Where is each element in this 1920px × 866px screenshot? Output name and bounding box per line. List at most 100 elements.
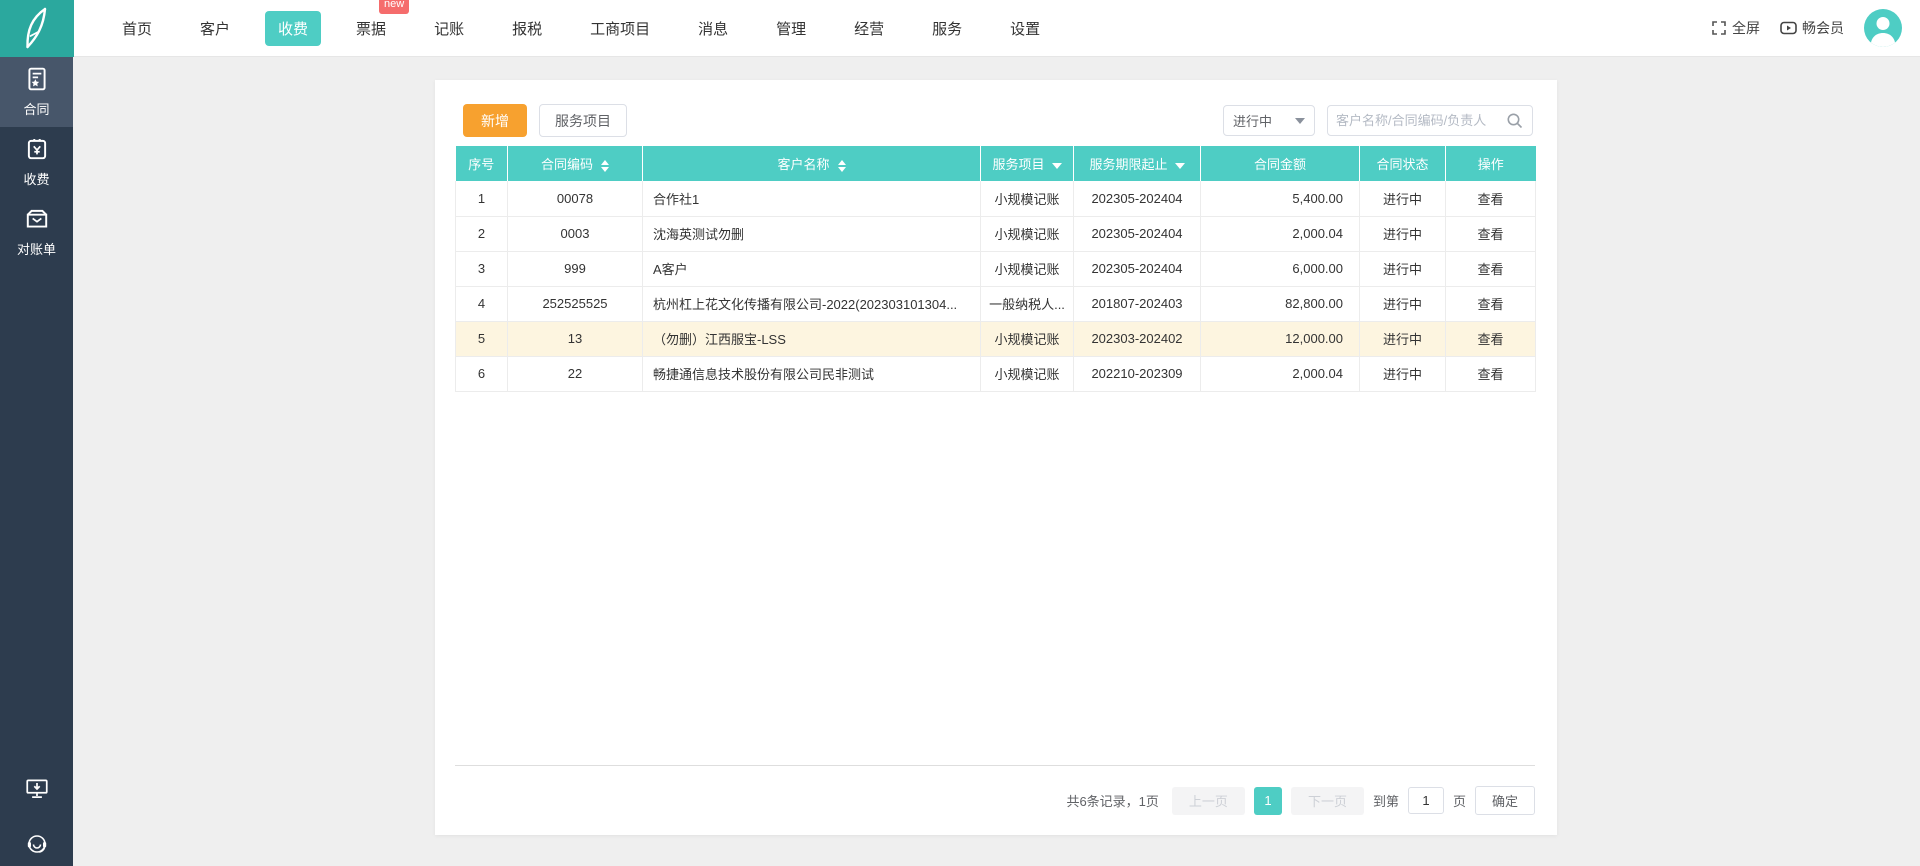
add-button[interactable]: 新增 bbox=[463, 104, 527, 137]
nav-item[interactable]: 工商项目 bbox=[577, 11, 663, 46]
cell-service: 小规模记账 bbox=[980, 321, 1074, 357]
cell-status: 进行中 bbox=[1359, 286, 1446, 322]
user-silhouette-icon bbox=[1870, 17, 1896, 47]
view-action[interactable]: 查看 bbox=[1477, 332, 1503, 347]
avatar[interactable] bbox=[1864, 9, 1902, 47]
column-header[interactable]: 序号 bbox=[455, 146, 508, 181]
column-header[interactable]: 服务期限起止 bbox=[1073, 146, 1201, 181]
nav-item[interactable]: 管理 bbox=[763, 11, 819, 46]
search-icon[interactable] bbox=[1506, 112, 1524, 130]
view-action[interactable]: 查看 bbox=[1477, 367, 1503, 382]
content-panel: 新增 服务项目 进行中 客户名称/合同编码/负责人 序号 合同编码 客户名称 服… bbox=[435, 80, 1557, 835]
sidebar-item-label: 合同 bbox=[23, 102, 50, 117]
nav-item[interactable]: 收费 bbox=[265, 10, 322, 46]
cell-amount: 12,000.00 bbox=[1200, 321, 1360, 357]
client-download-icon bbox=[25, 779, 48, 798]
page-number-button[interactable]: 1 bbox=[1253, 786, 1282, 815]
nav-item-label: 客户 bbox=[200, 20, 231, 38]
cell-action: 查看 bbox=[1445, 356, 1536, 392]
search-box bbox=[1327, 105, 1533, 136]
column-header-label: 合同状态 bbox=[1376, 157, 1429, 172]
topbar-right: 全屏 畅会员 bbox=[1711, 9, 1920, 47]
client-download-button[interactable] bbox=[24, 776, 50, 802]
column-header[interactable]: 操作 bbox=[1445, 146, 1536, 181]
cell-period: 202303-202402 bbox=[1073, 321, 1201, 357]
cell-period: 202305-202404 bbox=[1073, 216, 1201, 252]
app-logo[interactable] bbox=[0, 0, 74, 57]
nav-item[interactable]: 客户 bbox=[187, 11, 243, 46]
nav-item[interactable]: 经营 bbox=[841, 11, 897, 46]
cell-period: 202305-202404 bbox=[1073, 181, 1201, 217]
nav-item[interactable]: 消息 bbox=[685, 11, 741, 46]
nav-item-label: 设置 bbox=[1010, 20, 1041, 38]
cell-period: 202210-202309 bbox=[1073, 356, 1201, 392]
nav-item[interactable]: 记账 bbox=[421, 11, 477, 46]
cell-no: 4 bbox=[455, 286, 508, 322]
cell-service: 小规模记账 bbox=[980, 251, 1074, 287]
customer-service-icon bbox=[27, 835, 46, 853]
member-button[interactable]: 畅会员 bbox=[1780, 18, 1844, 38]
toolbar-right: 进行中 bbox=[1223, 105, 1533, 136]
customer-service-button[interactable] bbox=[25, 832, 49, 856]
cell-action: 查看 bbox=[1445, 251, 1536, 287]
nav-item-label: 工商项目 bbox=[590, 20, 651, 38]
nav-item[interactable]: 设置 bbox=[997, 11, 1053, 46]
confirm-button[interactable]: 确定 bbox=[1474, 786, 1535, 815]
nav-item[interactable]: 首页 bbox=[109, 11, 165, 46]
cell-customer: （勿删）江西服宝-LSS bbox=[642, 321, 981, 357]
nav-item-label: 服务 bbox=[932, 20, 963, 38]
column-header[interactable]: 客户名称 bbox=[642, 146, 981, 181]
table-row[interactable]: 2 0003 沈海英测试勿删 小规模记账 202305-202404 2,000.04 进行… bbox=[455, 216, 1536, 252]
column-header[interactable]: 合同金额 bbox=[1200, 146, 1360, 181]
cell-customer: 畅捷通信息技术股份有限公司民非测试 bbox=[642, 356, 981, 392]
column-header-label: 合同金额 bbox=[1253, 157, 1306, 172]
table-row[interactable]: 4 252525525 杭州杠上花文化传播有限公司-2022(20230310130… bbox=[455, 286, 1536, 322]
cell-code: 0003 bbox=[507, 216, 643, 252]
view-action[interactable]: 查看 bbox=[1477, 192, 1503, 207]
prev-page-button[interactable]: 上一页 bbox=[1171, 786, 1245, 815]
sidebar-item-statements[interactable]: 对账单 bbox=[0, 197, 73, 267]
cell-amount: 2,000.04 bbox=[1200, 216, 1360, 252]
cell-amount: 2,000.04 bbox=[1200, 356, 1360, 392]
fullscreen-label: 全屏 bbox=[1732, 20, 1760, 36]
sort-icon[interactable] bbox=[601, 159, 609, 172]
contracts-table: 序号 合同编码 客户名称 服务项目 服务期限起止 合同金额 合同状态 操作 1 00078 合作社… bbox=[455, 146, 1536, 392]
view-action[interactable]: 查看 bbox=[1477, 297, 1503, 312]
status-filter-select[interactable]: 进行中 bbox=[1223, 105, 1315, 136]
table-row[interactable]: 6 22 畅捷通信息技术股份有限公司民非测试 小规模记账 202210-202309 2,… bbox=[455, 356, 1536, 392]
filter-icon[interactable] bbox=[1051, 162, 1062, 169]
view-action[interactable]: 查看 bbox=[1477, 227, 1503, 242]
nav-item[interactable]: 票据 new bbox=[343, 0, 410, 46]
table-row[interactable]: 3 999 A客户 小规模记账 202305-202404 6,000.00 进行中 查看 bbox=[455, 251, 1536, 287]
fullscreen-button[interactable]: 全屏 bbox=[1711, 18, 1760, 38]
new-badge: new bbox=[379, 0, 410, 14]
view-action[interactable]: 查看 bbox=[1477, 262, 1503, 277]
fullscreen-icon bbox=[1712, 21, 1726, 35]
column-header[interactable]: 合同状态 bbox=[1359, 146, 1446, 181]
nav-item-label: 报税 bbox=[512, 20, 543, 38]
table-row[interactable]: 1 00078 合作社1 小规模记账 202305-202404 5,400.00 进行中 查… bbox=[455, 181, 1536, 217]
goto-page-input[interactable] bbox=[1407, 787, 1444, 814]
goto-label: 到第 bbox=[1372, 794, 1399, 809]
logo-feather-icon bbox=[26, 7, 47, 49]
sort-icon[interactable] bbox=[837, 159, 846, 172]
service-items-button[interactable]: 服务项目 bbox=[539, 104, 627, 137]
toolbar: 新增 服务项目 进行中 bbox=[463, 104, 1533, 137]
filter-icon[interactable] bbox=[1174, 162, 1185, 169]
next-page-button[interactable]: 下一页 bbox=[1290, 786, 1364, 815]
nav-item[interactable]: 服务 bbox=[919, 11, 975, 46]
cell-no: 5 bbox=[455, 321, 508, 357]
search-input[interactable] bbox=[1336, 113, 1506, 128]
sidebar-item-contract[interactable]: 合同 bbox=[0, 57, 73, 127]
column-header[interactable]: 服务项目 bbox=[980, 146, 1074, 181]
cell-status: 进行中 bbox=[1359, 251, 1446, 287]
column-header[interactable]: 合同编码 bbox=[507, 146, 643, 181]
column-header-label: 序号 bbox=[468, 157, 495, 172]
table-row[interactable]: 5 13 （勿删）江西服宝-LSS 小规模记账 202303-202402 12,000.… bbox=[455, 321, 1536, 357]
column-header-label: 服务期限起止 bbox=[1089, 157, 1168, 172]
sidebar-item-fees[interactable]: 收费 bbox=[0, 127, 73, 197]
cell-customer: 合作社1 bbox=[642, 181, 981, 217]
cell-no: 2 bbox=[455, 216, 508, 252]
pagination: 共6条记录，1页 上一页 1 下一页 到第 页 确定 bbox=[1066, 786, 1535, 815]
nav-item[interactable]: 报税 bbox=[499, 11, 555, 46]
